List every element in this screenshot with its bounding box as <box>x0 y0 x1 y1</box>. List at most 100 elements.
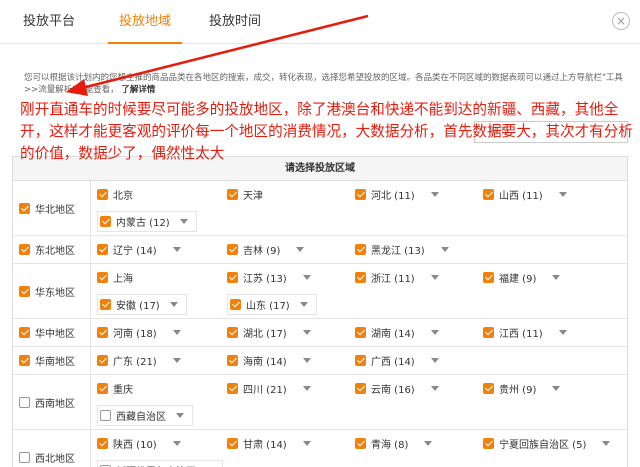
region-group-checkbox[interactable] <box>19 327 30 338</box>
region-group-label[interactable]: 华东地区 <box>13 264 91 318</box>
province-option[interactable]: 北京 <box>97 184 133 205</box>
chevron-down-icon[interactable] <box>430 386 439 391</box>
province-option[interactable]: 浙江 (11) <box>355 267 439 288</box>
province-checkbox[interactable] <box>97 438 108 449</box>
province-option[interactable]: 安徽 (17) <box>97 294 187 315</box>
province-option[interactable]: 辽宁 (14) <box>97 239 181 260</box>
province-option[interactable]: 宁夏回族自治区 (5) <box>483 433 611 454</box>
province-option[interactable]: 甘肃 (14) <box>227 433 311 454</box>
province-option[interactable]: 海南 (14) <box>227 350 311 371</box>
province-option[interactable]: 广东 (21) <box>97 350 181 371</box>
region-group-label[interactable]: 西南地区 <box>13 375 91 429</box>
chevron-down-icon[interactable] <box>302 386 311 391</box>
province-option[interactable]: 江苏 (13) <box>227 267 311 288</box>
province-checkbox[interactable] <box>227 383 238 394</box>
province-checkbox[interactable] <box>227 272 238 283</box>
province-option[interactable]: 湖北 (17) <box>227 322 311 343</box>
province-checkbox[interactable] <box>97 272 108 283</box>
region-group-checkbox[interactable] <box>19 202 30 214</box>
province-checkbox[interactable] <box>227 355 238 366</box>
chevron-down-icon[interactable] <box>302 358 311 363</box>
province-option[interactable]: 吉林 (9) <box>227 239 305 260</box>
close-icon[interactable]: × <box>612 12 630 30</box>
region-group-checkbox[interactable] <box>19 285 30 297</box>
province-checkbox[interactable] <box>483 438 494 449</box>
province-checkbox[interactable] <box>97 189 108 200</box>
chevron-down-icon[interactable] <box>176 413 184 418</box>
province-option[interactable]: 新疆维吾尔自治区 <box>97 460 223 467</box>
province-checkbox[interactable] <box>355 327 366 338</box>
region-group-label[interactable]: 华南地区 <box>13 347 91 374</box>
province-option[interactable]: 重庆 <box>97 378 133 399</box>
province-checkbox[interactable] <box>97 355 108 366</box>
chevron-down-icon[interactable] <box>302 330 311 335</box>
province-option[interactable]: 内蒙古 (12) <box>97 211 197 232</box>
province-checkbox[interactable] <box>227 189 238 200</box>
tab-time[interactable]: 投放时间 <box>200 0 270 44</box>
province-option[interactable]: 河南 (18) <box>97 322 181 343</box>
province-checkbox[interactable] <box>355 438 366 449</box>
region-group-label[interactable]: 西北地区 <box>13 430 91 467</box>
tab-platform[interactable]: 投放平台 <box>16 0 82 44</box>
province-checkbox[interactable] <box>355 383 366 394</box>
province-checkbox[interactable] <box>100 299 111 310</box>
province-checkbox[interactable] <box>97 327 108 338</box>
province-option[interactable]: 山西 (11) <box>483 184 567 205</box>
province-checkbox[interactable] <box>100 410 111 421</box>
province-checkbox[interactable] <box>355 272 366 283</box>
province-option[interactable]: 陕西 (10) <box>97 433 181 454</box>
province-option[interactable]: 江西 (11) <box>483 322 567 343</box>
province-option[interactable]: 天津 <box>227 184 263 205</box>
province-checkbox[interactable] <box>97 383 108 394</box>
province-checkbox[interactable] <box>100 216 111 227</box>
chevron-down-icon[interactable] <box>299 302 308 307</box>
chevron-down-icon[interactable] <box>558 330 567 335</box>
province-option[interactable]: 西藏自治区 <box>97 405 193 426</box>
region-group-label[interactable]: 华北地区 <box>13 181 91 235</box>
region-group-checkbox[interactable] <box>19 396 30 408</box>
province-checkbox[interactable] <box>483 189 494 200</box>
chevron-down-icon[interactable] <box>430 275 439 280</box>
chevron-down-icon[interactable] <box>424 441 433 446</box>
province-checkbox[interactable] <box>483 327 494 338</box>
chevron-down-icon[interactable] <box>172 358 181 363</box>
region-group-label[interactable]: 华中地区 <box>13 319 91 346</box>
province-option[interactable]: 山东 (17) <box>227 294 317 315</box>
chevron-down-icon[interactable] <box>296 247 305 252</box>
chevron-down-icon[interactable] <box>302 275 311 280</box>
province-option[interactable]: 青海 (8) <box>355 433 433 454</box>
province-checkbox[interactable] <box>355 355 366 366</box>
tab-region[interactable]: 投放地域 <box>108 0 182 44</box>
chevron-down-icon[interactable] <box>172 330 181 335</box>
chevron-down-icon[interactable] <box>302 441 311 446</box>
province-checkbox[interactable] <box>227 438 238 449</box>
province-checkbox[interactable] <box>355 244 366 255</box>
region-group-checkbox[interactable] <box>19 451 30 463</box>
province-option[interactable]: 黑龙江 (13) <box>355 239 449 260</box>
province-option[interactable]: 云南 (16) <box>355 378 439 399</box>
chevron-down-icon[interactable] <box>430 358 439 363</box>
chevron-down-icon[interactable] <box>179 219 188 224</box>
province-checkbox[interactable] <box>227 244 238 255</box>
province-option[interactable]: 上海 <box>97 267 133 288</box>
chevron-down-icon[interactable] <box>440 247 449 252</box>
chevron-down-icon[interactable] <box>602 441 611 446</box>
province-checkbox[interactable] <box>483 272 494 283</box>
learn-more-link[interactable]: 了解详情 <box>121 85 155 95</box>
chevron-down-icon[interactable] <box>172 247 181 252</box>
province-checkbox[interactable] <box>483 383 494 394</box>
chevron-down-icon[interactable] <box>558 192 567 197</box>
province-checkbox[interactable] <box>227 327 238 338</box>
chevron-down-icon[interactable] <box>169 302 178 307</box>
region-group-label[interactable]: 东北地区 <box>13 236 91 263</box>
province-checkbox[interactable] <box>97 244 108 255</box>
province-option[interactable]: 福建 (9) <box>483 267 561 288</box>
chevron-down-icon[interactable] <box>172 441 181 446</box>
province-option[interactable]: 四川 (21) <box>227 378 311 399</box>
province-checkbox[interactable] <box>355 189 366 200</box>
region-group-checkbox[interactable] <box>19 244 30 255</box>
province-option[interactable]: 贵州 (9) <box>483 378 561 399</box>
chevron-down-icon[interactable] <box>430 330 439 335</box>
province-checkbox[interactable] <box>230 299 241 310</box>
province-option[interactable]: 湖南 (14) <box>355 322 439 343</box>
